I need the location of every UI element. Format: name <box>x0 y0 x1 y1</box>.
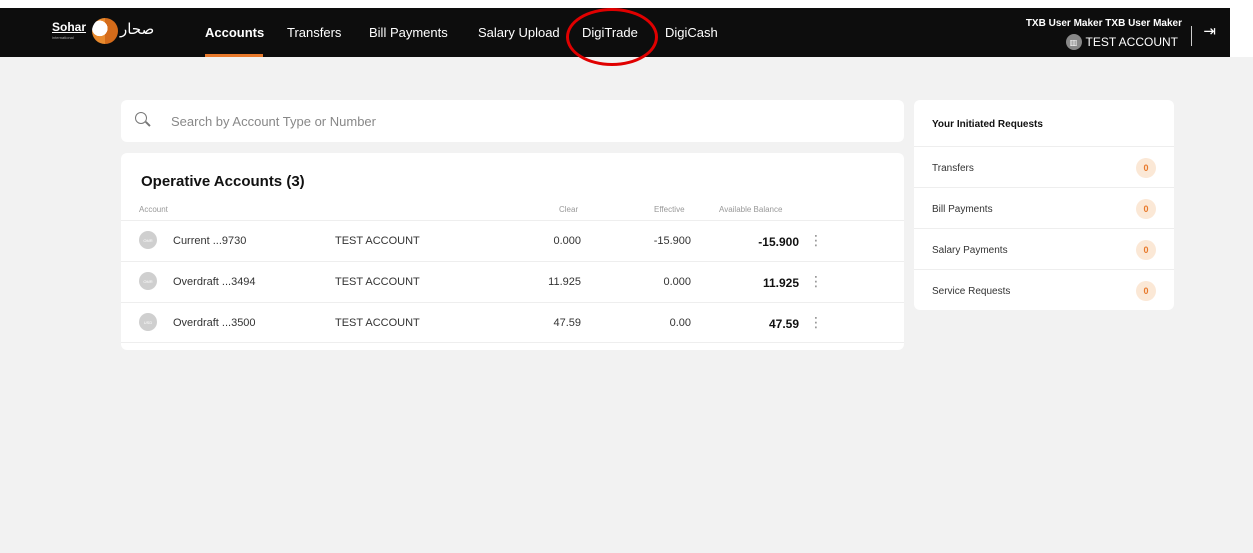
col-available-balance: Available Balance <box>719 205 783 214</box>
request-item-service-requests[interactable]: Service Requests 0 <box>914 269 1174 310</box>
user-account[interactable]: ▥ TEST ACCOUNT <box>1065 34 1178 50</box>
brand-mark-icon <box>92 18 118 44</box>
request-label: Transfers <box>932 163 974 174</box>
table-row[interactable]: OMR Current ...9730 TEST ACCOUNT 0.000 -… <box>121 220 904 261</box>
clear-balance: 47.59 <box>553 317 581 329</box>
nav-accounts[interactable]: Accounts <box>205 25 264 40</box>
nav-transfers[interactable]: Transfers <box>287 25 341 40</box>
brand-logo[interactable]: Sohar international صحار <box>52 16 162 48</box>
currency-badge: OMR <box>139 272 157 290</box>
col-clear: Clear <box>559 205 579 214</box>
nav-bill-payments[interactable]: Bill Payments <box>369 25 448 40</box>
account-name: TEST ACCOUNT <box>335 235 420 247</box>
building-icon: ▥ <box>1065 34 1082 50</box>
highlight-annotation <box>566 8 658 66</box>
request-count-badge: 0 <box>1136 281 1156 301</box>
more-vertical-icon[interactable]: ⋮ <box>809 233 823 247</box>
request-count-badge: 0 <box>1136 240 1156 260</box>
operative-accounts-card: Operative Accounts (3) Account Clear Eff… <box>121 153 904 350</box>
brand-sub: international <box>52 35 74 40</box>
table-row[interactable]: OMR Overdraft ...3494 TEST ACCOUNT 11.92… <box>121 261 904 302</box>
account-type[interactable]: Overdraft ...3494 <box>173 276 256 288</box>
request-count-badge: 0 <box>1136 158 1156 178</box>
user-account-label: TEST ACCOUNT <box>1085 35 1178 49</box>
effective-balance: 0.000 <box>663 276 691 288</box>
nav-divider <box>1191 26 1192 46</box>
currency-badge: USD <box>139 313 157 331</box>
request-item-transfers[interactable]: Transfers 0 <box>914 146 1174 187</box>
request-item-salary-payments[interactable]: Salary Payments 0 <box>914 228 1174 269</box>
search-input[interactable] <box>171 111 871 131</box>
search-icon <box>135 112 147 124</box>
clear-balance: 11.925 <box>548 276 581 288</box>
effective-balance: 0.00 <box>669 317 691 329</box>
available-balance: 11.925 <box>762 276 799 290</box>
nav-salary-upload[interactable]: Salary Upload <box>478 25 560 40</box>
currency-badge: OMR <box>139 231 157 249</box>
account-type[interactable]: Overdraft ...3500 <box>173 317 256 329</box>
request-label: Service Requests <box>932 286 1011 297</box>
requests-title: Your Initiated Requests <box>932 119 1043 130</box>
table-row[interactable]: USD Overdraft ...3500 TEST ACCOUNT 47.59… <box>121 302 904 343</box>
request-item-bill-payments[interactable]: Bill Payments 0 <box>914 187 1174 228</box>
nav-digicash[interactable]: DigiCash <box>665 25 718 40</box>
request-count-badge: 0 <box>1136 199 1156 219</box>
logout-icon[interactable]: ⇥ <box>1203 22 1216 40</box>
available-balance: -15.900 <box>758 235 799 249</box>
clear-balance: 0.000 <box>553 235 581 247</box>
initiated-requests-card: Your Initiated Requests Transfers 0 Bill… <box>914 100 1174 310</box>
accounts-title: Operative Accounts (3) <box>141 173 305 190</box>
account-type[interactable]: Current ...9730 <box>173 235 246 247</box>
request-label: Bill Payments <box>932 204 993 215</box>
search-card <box>121 100 904 142</box>
brand-arabic: صحار <box>120 20 155 38</box>
col-effective: Effective <box>654 205 685 214</box>
account-name: TEST ACCOUNT <box>335 317 420 329</box>
request-label: Salary Payments <box>932 245 1008 256</box>
more-vertical-icon[interactable]: ⋮ <box>809 315 823 329</box>
more-vertical-icon[interactable]: ⋮ <box>809 274 823 288</box>
top-margin: Sohar international صحار Accounts Transf… <box>0 0 1253 66</box>
col-account: Account <box>139 205 168 214</box>
active-tab-indicator <box>205 54 263 57</box>
effective-balance: -15.900 <box>653 235 691 247</box>
available-balance: 47.59 <box>768 317 799 331</box>
brand-name: Sohar <box>52 20 87 34</box>
user-name: TXB User Maker TXB User Maker <box>1025 18 1182 29</box>
account-name: TEST ACCOUNT <box>335 276 420 288</box>
